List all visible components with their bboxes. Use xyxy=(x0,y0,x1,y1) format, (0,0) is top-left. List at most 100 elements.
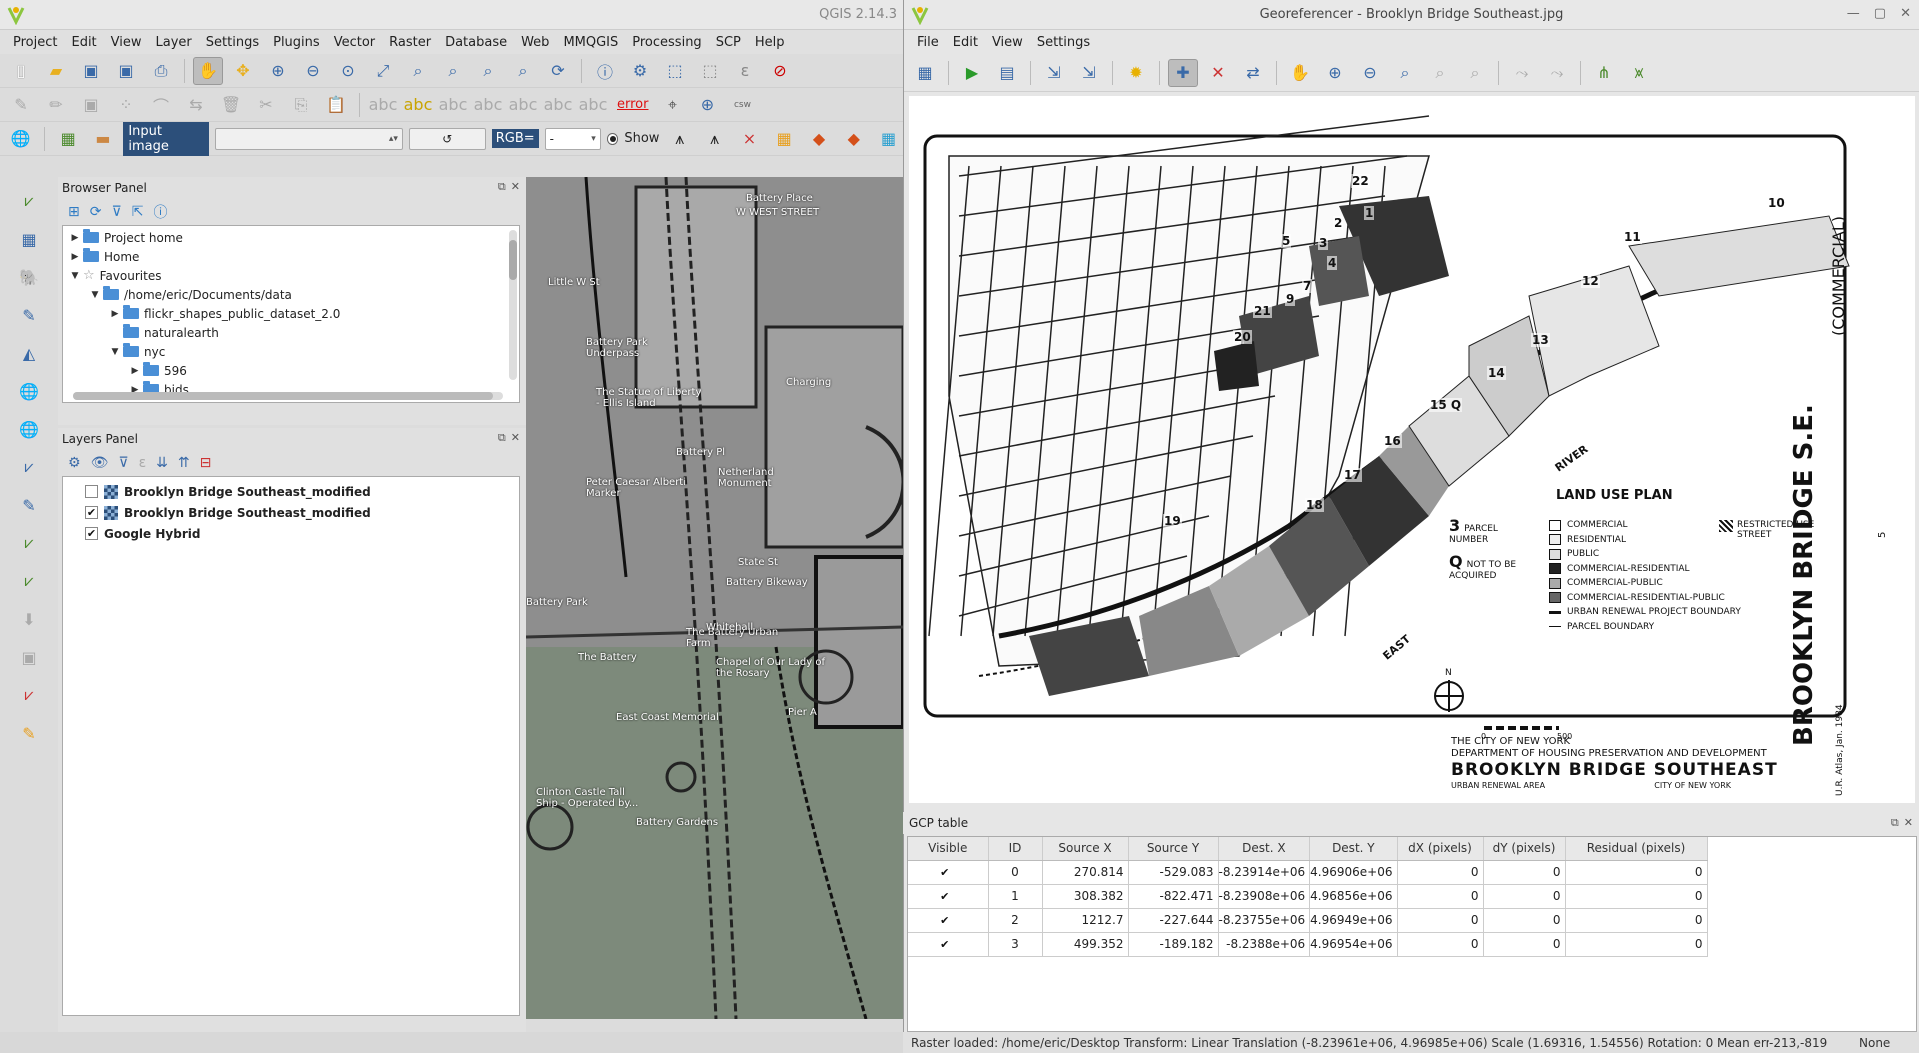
collapsed-arrow-icon[interactable]: ▶ xyxy=(67,233,83,243)
gcp-visible-checkbox[interactable]: ✔ xyxy=(938,866,951,879)
gcp-cell-dx[interactable]: -8.2388e+06 xyxy=(1218,932,1311,957)
open-project-icon[interactable]: ▰ xyxy=(41,57,71,85)
local-histogram-stretch-icon[interactable]: ⩙ xyxy=(1624,59,1654,87)
copy-features-icon[interactable]: ⎘ xyxy=(286,91,316,119)
menu-raster[interactable]: Raster xyxy=(382,35,438,50)
georef-canvas[interactable]: BROOKLYN BRIDGE S.E. (COMMERCIAL) 5 U.R.… xyxy=(909,96,1915,803)
gcp-cell-res[interactable]: 0 xyxy=(1565,860,1708,885)
browser-vscrollbar[interactable] xyxy=(509,230,517,380)
expanded-arrow-icon[interactable]: ▼ xyxy=(107,347,123,357)
toggle-editing-icon[interactable]: ✏ xyxy=(41,91,71,119)
menu-mmqgis[interactable]: MMQGIS xyxy=(556,35,625,50)
gcp-column-header[interactable]: ID xyxy=(988,837,1043,861)
delete-point-icon[interactable]: ✕ xyxy=(1203,59,1233,87)
gcp-cell-py[interactable]: 0 xyxy=(1483,884,1566,909)
refresh-image-button[interactable]: ↺ xyxy=(408,127,486,150)
menu-settings[interactable]: Settings xyxy=(1030,35,1097,50)
gcp-cell-py[interactable]: 0 xyxy=(1483,932,1566,957)
layer-visibility-checkbox[interactable]: ✔ xyxy=(85,527,98,540)
zoom-in-icon[interactable]: ⊕ xyxy=(1320,59,1350,87)
browser-item[interactable]: ▶ flickr_shapes_public_dataset_2.0 xyxy=(63,304,519,323)
menu-database[interactable]: Database xyxy=(438,35,514,50)
menu-settings[interactable]: Settings xyxy=(199,35,266,50)
gcp-column-header[interactable]: dY (pixels) xyxy=(1483,837,1566,861)
gcp-cell-id[interactable]: 3 xyxy=(988,932,1043,957)
close-panel-icon[interactable]: ✕ xyxy=(511,431,520,445)
layer-item[interactable]: Brooklyn Bridge Southeast_modified xyxy=(63,481,519,502)
float-panel-icon[interactable]: ⧉ xyxy=(498,431,506,445)
gcp-cell-id[interactable]: 0 xyxy=(988,860,1043,885)
add-delimited-text-icon[interactable]: ✎ xyxy=(12,490,46,520)
gcp-cell-py[interactable]: 0 xyxy=(1483,860,1566,885)
remove-layer-icon[interactable]: ⩗ xyxy=(12,680,46,710)
gcp-cell-dx[interactable]: -8.23755e+06 xyxy=(1218,908,1311,933)
zoom-layer-icon[interactable]: ⌕ xyxy=(438,57,468,85)
new-gpx-icon[interactable]: ▣ xyxy=(12,642,46,672)
rgb-combobox[interactable]: - ▾ xyxy=(544,127,601,150)
scroll-thumb[interactable] xyxy=(73,392,493,400)
save-edits-icon[interactable]: ▣ xyxy=(76,91,106,119)
error-indicator[interactable]: error xyxy=(617,97,648,112)
save-project-icon[interactable]: ▣ xyxy=(76,57,106,85)
refresh-icon[interactable]: ⟳ xyxy=(543,57,573,85)
browser-item[interactable]: ▶ 596 xyxy=(63,361,519,380)
add-virtual-layer-icon[interactable]: ⩗ xyxy=(12,528,46,558)
menu-scp[interactable]: SCP xyxy=(709,35,748,50)
collapsed-arrow-icon[interactable]: ▶ xyxy=(67,252,83,262)
expanded-arrow-icon[interactable]: ▼ xyxy=(67,271,83,281)
gcp-cell-dx[interactable]: -8.23914e+06 xyxy=(1218,860,1311,885)
move-gcp-icon[interactable]: ⇄ xyxy=(1238,59,1268,87)
add-postgis-icon[interactable]: 🐘 xyxy=(12,262,46,292)
gcp-cell-sx[interactable]: 270.814 xyxy=(1042,860,1129,885)
add-wfs-icon[interactable]: ⩗ xyxy=(12,452,46,482)
layer-visibility-checkbox[interactable] xyxy=(85,485,98,498)
add-vector-layer-icon[interactable]: ⩗ xyxy=(12,186,46,216)
gcp-cell-px[interactable]: 0 xyxy=(1397,884,1484,909)
gcp-row[interactable]: ✔ 2 1212.7 -227.644 -8.23755e+06 4.96949e+06 0… xyxy=(908,908,1708,933)
menu-processing[interactable]: Processing xyxy=(625,35,708,50)
scp-dock-icon[interactable]: ▦ xyxy=(54,125,83,153)
start-georeferencing-icon[interactable]: ▶ xyxy=(957,59,987,87)
change-label-icon[interactable]: abc xyxy=(578,91,608,119)
paste-features-icon[interactable]: 📋 xyxy=(321,91,351,119)
cut-features-icon[interactable]: ✂ xyxy=(251,91,281,119)
gcp-column-header[interactable]: dX (pixels) xyxy=(1397,837,1484,861)
expand-all-icon[interactable]: ⇊ xyxy=(156,455,168,471)
add-point-icon[interactable]: ✚ xyxy=(1168,58,1198,87)
layer-styling-icon[interactable]: ⚙ xyxy=(68,455,81,471)
measure-icon[interactable]: ε xyxy=(730,57,760,85)
label-tool-icon[interactable]: abc xyxy=(368,91,398,119)
menu-edit[interactable]: Edit xyxy=(64,35,103,50)
georef-plugin-icon[interactable]: ⊕ xyxy=(692,91,722,119)
save-gcp-icon[interactable]: ⇲ xyxy=(1074,59,1104,87)
browser-item[interactable]: naturalearth xyxy=(63,323,519,342)
load-gcp-icon[interactable]: ⇲ xyxy=(1039,59,1069,87)
gcp-cell-id[interactable]: 2 xyxy=(988,908,1043,933)
gcp-cell-sx[interactable]: 499.352 xyxy=(1042,932,1129,957)
rotate-label-icon[interactable]: abc xyxy=(543,91,573,119)
browser-hscrollbar[interactable] xyxy=(73,392,503,400)
gcp-column-header[interactable]: Dest. Y xyxy=(1309,837,1398,861)
gcp-cell-dy[interactable]: 4.96856e+06 xyxy=(1309,884,1398,909)
gcp-cell-px[interactable]: 0 xyxy=(1397,908,1484,933)
browser-item[interactable]: ▼ nyc xyxy=(63,342,519,361)
gcp-cell-id[interactable]: 1 xyxy=(988,884,1043,909)
move-feature-icon[interactable]: ⇆ xyxy=(181,91,211,119)
open-raster-icon[interactable]: ▦ xyxy=(910,59,940,87)
layer-labeling-icon[interactable]: abc xyxy=(403,91,433,119)
gcp-cell-sy[interactable]: -189.182 xyxy=(1128,932,1219,957)
gcp-cell-px[interactable]: 0 xyxy=(1397,860,1484,885)
zoom-full-icon[interactable]: ⤢ xyxy=(368,57,398,85)
pan-icon[interactable]: ✋ xyxy=(1285,59,1315,87)
new-shapefile-icon[interactable]: ⩗ xyxy=(12,566,46,596)
add-feature-icon[interactable]: ⁘ xyxy=(111,91,141,119)
filter-expression-icon[interactable]: ε xyxy=(139,455,147,471)
refresh-icon[interactable]: ⟳ xyxy=(90,204,102,220)
remove-layer-icon[interactable]: ⊟ xyxy=(200,455,212,471)
browser-item[interactable]: ▼ /home/eric/Documents/data xyxy=(63,285,519,304)
link-georef-to-qgis-icon[interactable]: ⤳ xyxy=(1507,59,1537,87)
gcp-row[interactable]: ✔ 1 308.382 -822.471 -8.23908e+06 4.96856e+06… xyxy=(908,884,1708,909)
menu-file[interactable]: File xyxy=(910,35,946,50)
scroll-thumb[interactable] xyxy=(509,240,517,280)
filter-icon[interactable]: ⊽ xyxy=(111,204,121,220)
